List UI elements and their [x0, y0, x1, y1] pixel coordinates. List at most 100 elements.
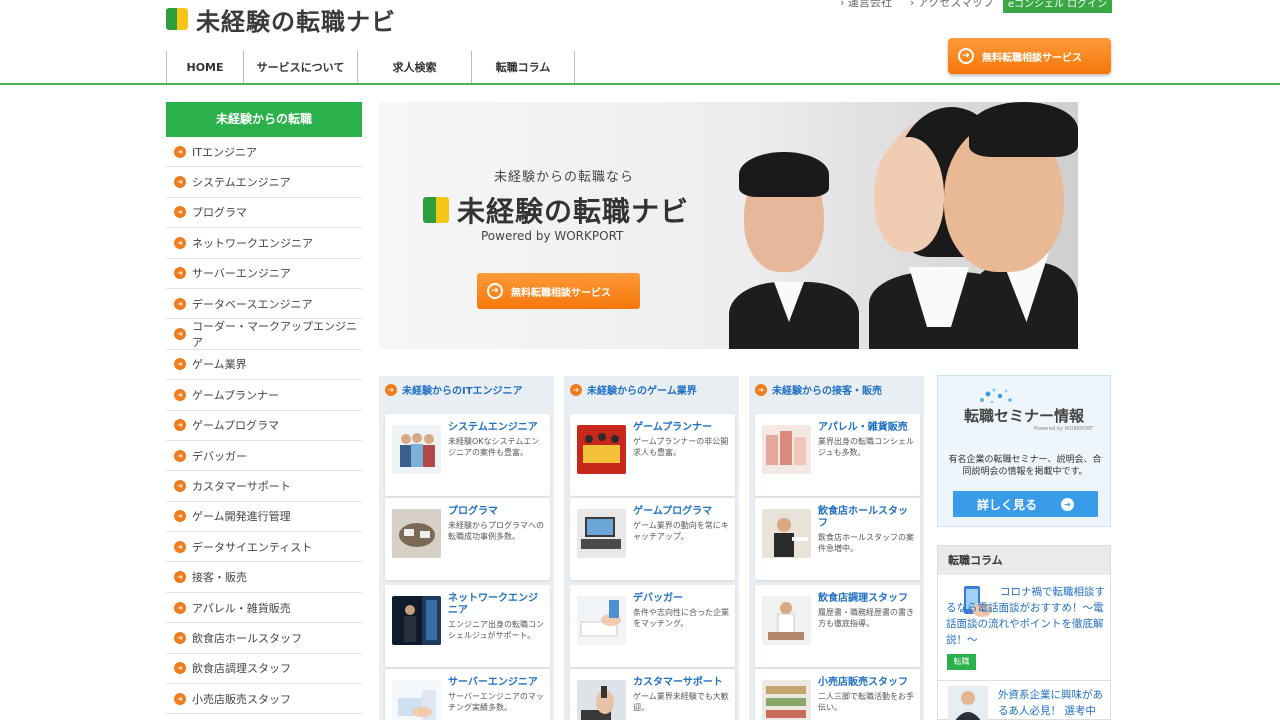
sidebar-item-customer-support[interactable]: ➜ カスタマーサポート	[166, 471, 362, 502]
access-map-link[interactable]: › アクセスマップ	[910, 0, 994, 10]
job-thumbnail	[577, 425, 626, 474]
job-card[interactable]: プログラマ 未経験からプログラマへの転職成功事例多数。	[385, 498, 550, 580]
sidebar-item-debugger[interactable]: ➜ デバッガー	[166, 441, 362, 472]
header-consult-button[interactable]: ➜ 無料転職相談サービス	[948, 38, 1111, 74]
seminar-more-button[interactable]: 詳しく見る ➜	[953, 491, 1098, 517]
sidebar-item-programmer[interactable]: ➜ プログラマ	[166, 198, 362, 229]
job-card-title: ゲームプランナー	[633, 422, 713, 433]
arrow-right-icon: ➜	[385, 383, 397, 396]
sidebar-item-label: ゲームプランナー	[192, 388, 280, 402]
sidebar-item-data-scientist[interactable]: ➜ データサイエンティスト	[166, 532, 362, 563]
arrow-right-icon: ➜	[755, 383, 767, 396]
company-link[interactable]: › 運営会社	[840, 0, 892, 10]
logo-text: 未経験の転職ナビ	[196, 7, 396, 36]
column-heading[interactable]: ➜ 未経験からの接客・販売	[749, 376, 924, 403]
job-card-title: デバッガー	[633, 593, 683, 604]
arrow-right-icon: ➜	[174, 145, 186, 158]
sidebar-item-label: 接客・販売	[192, 571, 247, 585]
sidebar-item-restaurant-hall[interactable]: ➜ 飲食店ホールスタッフ	[166, 623, 362, 654]
arrow-right-icon: ➜	[174, 510, 186, 523]
hero-person-1	[719, 132, 859, 349]
job-card-title: ゲームプログラマ	[633, 506, 713, 517]
job-thumbnail	[392, 425, 441, 474]
top-links: › 運営会社 › アクセスマップ	[840, 0, 994, 10]
sidebar-item-retail-sales[interactable]: ➜ 小売店販売スタッフ	[166, 684, 362, 715]
job-card[interactable]: ゲームプランナーゲームプランナーの非公開求人も豊富。	[570, 414, 735, 496]
article-link-2[interactable]: 外資系企業に興味があるあ人必見！ 選考中に	[998, 687, 1106, 720]
arrow-right-icon: ➜	[174, 601, 186, 614]
job-card[interactable]: カスタマーサポート ゲーム業界未経験でも大歓迎。	[570, 669, 735, 720]
job-card-title: サーバーエンジニア	[448, 677, 538, 688]
arrow-right-icon: ➜	[174, 631, 186, 644]
job-card[interactable]: 飲食店調理スタッフ 履歴書・職務経歴書の書き方も徹底指導。	[755, 585, 920, 667]
arrow-right-icon: ➜	[174, 328, 186, 341]
column-box: 転職コラム コロナ禍で転職相談するなら電話面談がおすすめ！～電話面談の流れやポイ…	[937, 545, 1111, 720]
job-card-title: システムエンジニア	[448, 422, 538, 433]
job-card-description: 未経験OKなシステムエンジニアの案件も豊富。	[448, 437, 540, 457]
job-card-title: プログラマ	[448, 506, 498, 517]
hero-consult-button[interactable]: ➜ 無料転職相談サービス	[477, 273, 640, 309]
column-heading[interactable]: ➜ 未経験からのITエンジニア	[379, 376, 554, 403]
nav-job-search[interactable]: 求人検索	[357, 51, 471, 83]
sidebar-item-system-engineer[interactable]: ➜ システムエンジニア	[166, 167, 362, 198]
job-thumbnail	[577, 509, 626, 558]
job-card[interactable]: 小売店販売スタッフ 二人三脚で転職活動をお手伝い。	[755, 669, 920, 720]
column-heading-label: 未経験からのゲーム業界	[587, 386, 697, 397]
job-thumbnail	[392, 596, 441, 645]
nav-home[interactable]: HOME	[166, 51, 243, 83]
column-heading[interactable]: ➜ 未経験からのゲーム業界	[564, 376, 739, 403]
sidebar-item-server-engineer[interactable]: ➜ サーバーエンジニア	[166, 259, 362, 289]
job-card-description: サーバーエンジニアのマッチング実績多数。	[448, 692, 544, 712]
hero-banner[interactable]: 未経験からの転職なら 未経験の転職ナビ Powered by WORKPORT …	[379, 102, 1078, 349]
job-thumbnail	[762, 680, 811, 720]
sidebar-item-label: ITエンジニア	[192, 145, 257, 159]
job-thumbnail	[392, 680, 441, 720]
sidebar-item-game-industry[interactable]: ➜ ゲーム業界	[166, 350, 362, 381]
arrow-right-icon: ➜	[174, 692, 186, 705]
sidebar-item-label: 小売店販売スタッフ	[192, 692, 291, 706]
job-card[interactable]: 飲食店ホールスタッフ 飲食店ホールスタッフの案件急増中。	[755, 498, 920, 580]
job-card-description: エンジニア出身の転職コンシェルジュがサポート。	[448, 620, 544, 640]
seminar-powered-by: Powered by WORKPORT	[1034, 426, 1094, 432]
column-box-heading: 転職コラム	[938, 546, 1110, 575]
sidebar-item-game-dev-manager[interactable]: ➜ ゲーム開発進行管理	[166, 502, 362, 533]
job-card[interactable]: アパレル・雑貨販売 業界出身の転職コンシェルジュも多数。	[755, 414, 920, 496]
arrow-right-icon: ➜	[174, 419, 186, 432]
job-card[interactable]: ゲームプログラマ ゲーム業界の動向を常にキャッチアップ。	[570, 498, 735, 580]
article-thumbnail-business[interactable]	[948, 686, 988, 720]
job-card[interactable]: ネットワークエンジニア エンジニア出身の転職コンシェルジュがサポート。	[385, 585, 550, 667]
job-thumbnail	[762, 596, 811, 645]
job-card-description: ゲームプランナーの非公開求人も豊富。	[633, 437, 729, 457]
job-card[interactable]: サーバーエンジニアサーバーエンジニアのマッチング実績多数。	[385, 669, 550, 720]
job-card[interactable]: デバッガー 条件や志向性に合った企業をマッチング。	[570, 585, 735, 667]
seminar-more-label: 詳しく見る	[976, 497, 1037, 512]
job-card[interactable]: システムエンジニア未経験OKなシステムエンジニアの案件も豊富。	[385, 414, 550, 496]
nav-service[interactable]: サービスについて	[243, 51, 357, 83]
article-tag[interactable]: 転職	[947, 654, 976, 670]
nav-column[interactable]: 転職コラム	[471, 51, 575, 83]
article-link-1[interactable]: コロナ禍で転職相談するなら電話面談がおすすめ！～電話面談の流れやポイントを徹底解…	[946, 584, 1106, 648]
sidebar-item-label: プログラマ	[192, 206, 247, 220]
sidebar-item-database-engineer[interactable]: ➜ データベースエンジニア	[166, 289, 362, 320]
sidebar-item-network-engineer[interactable]: ➜ ネットワークエンジニア	[166, 228, 362, 259]
sidebar-item-apparel-sales[interactable]: ➜ アパレル・雑貨販売	[166, 593, 362, 624]
sidebar-item-label: ゲームプログラマ	[192, 419, 280, 433]
site-logo[interactable]: 未経験の転職ナビ	[166, 4, 396, 36]
sidebar-item-label: デバッガー	[192, 449, 247, 463]
sidebar-item-it-engineer[interactable]: ➜ ITエンジニア	[166, 137, 362, 168]
arrow-right-icon: ➜	[174, 540, 186, 553]
page: 未経験の転職ナビ › 運営会社 › アクセスマップ eコンシェル ログイン HO…	[0, 0, 1280, 720]
sidebar-list: ➜ ITエンジニア ➜ システムエンジニア ➜ プログラマ ➜ ネットワークエンジニア ➜ サーバ…	[166, 137, 362, 715]
sidebar-item-game-programmer[interactable]: ➜ ゲームプログラマ	[166, 411, 362, 441]
sidebar-item-restaurant-cook[interactable]: ➜ 飲食店調理スタッフ	[166, 654, 362, 685]
seminar-banner[interactable]: 転職セミナー情報 Powered by WORKPORT 有名企業の転職セミナー…	[937, 375, 1111, 527]
sidebar-item-service-sales[interactable]: ➜ 接客・販売	[166, 562, 362, 593]
header-divider	[0, 83, 1280, 85]
login-button[interactable]: eコンシェル ログイン	[1003, 0, 1112, 13]
arrow-right-icon: ➜	[174, 662, 186, 675]
seminar-title: 転職セミナー情報	[963, 407, 1084, 425]
sidebar-item-game-planner[interactable]: ➜ ゲームプランナー	[166, 380, 362, 411]
sidebar-item-coder-markup-engineer[interactable]: ➜ コーダー・マークアップエンジニア	[166, 319, 362, 350]
arrow-right-icon: ➜	[958, 48, 974, 64]
arrow-right-icon: ➜	[174, 267, 186, 280]
